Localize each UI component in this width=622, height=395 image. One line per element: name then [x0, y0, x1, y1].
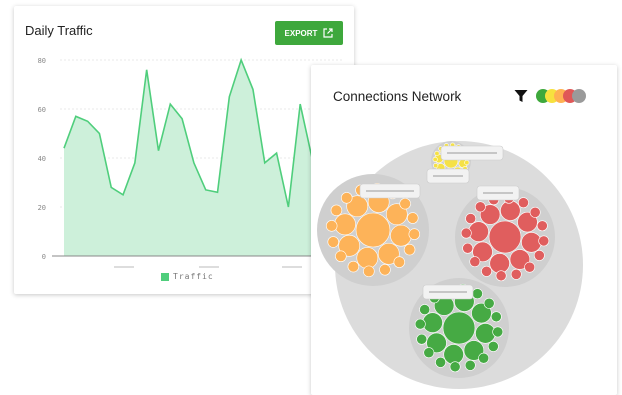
red-bubble	[495, 270, 507, 282]
orange-bubble	[390, 224, 412, 247]
red-bubble	[510, 268, 522, 280]
red-bubble	[538, 235, 550, 247]
yellow-bubble	[464, 160, 470, 166]
red-bubble	[533, 250, 545, 261]
orange-bubble	[355, 212, 391, 248]
red-bubble	[468, 221, 489, 242]
red-bubble	[518, 197, 529, 209]
traffic-area	[64, 60, 312, 256]
green-bubble	[492, 326, 504, 338]
external-link-icon	[323, 28, 334, 38]
orange-bubble	[330, 204, 343, 217]
red-bubble	[536, 220, 548, 232]
red-bubble	[460, 227, 472, 239]
orange-bubble	[399, 197, 411, 210]
orange-bubble	[334, 213, 356, 236]
orange-bubble	[347, 260, 360, 273]
legend-swatch	[161, 272, 169, 281]
y-tick-label: 0	[42, 253, 46, 261]
export-button-label: EXPORT	[284, 28, 318, 38]
color-filter-dots[interactable]	[535, 88, 591, 104]
green-bubble	[422, 312, 443, 333]
traffic-chart: 80 60 40 20 0	[38, 57, 342, 268]
legend-label: Traffic	[173, 272, 214, 281]
orange-bubble	[393, 256, 406, 268]
red-bubble	[474, 201, 486, 213]
orange-bubble	[325, 220, 338, 232]
traffic-card-title: Daily Traffic	[25, 23, 93, 38]
red-bubble	[524, 261, 536, 273]
green-bubble	[442, 311, 476, 345]
y-tick-label: 40	[38, 155, 46, 163]
y-tick-label: 60	[38, 106, 46, 114]
network-bubble-chart	[317, 141, 583, 389]
green-bubble	[414, 318, 426, 330]
orange-bubble	[379, 264, 391, 276]
yellow-bubble	[434, 150, 440, 157]
orange-bubble	[356, 247, 379, 269]
chart-legend: Traffic	[161, 272, 214, 281]
green-bubble	[472, 288, 483, 300]
red-bubble	[489, 253, 510, 274]
export-button[interactable]: EXPORT	[275, 21, 343, 45]
green-bubble	[443, 344, 464, 365]
legend-color-dot	[572, 89, 586, 103]
red-bubble	[521, 232, 542, 253]
y-tick-label: 80	[38, 57, 46, 65]
yellow-bubble	[432, 156, 438, 162]
orange-bubble	[408, 228, 421, 240]
red-bubble	[529, 206, 541, 218]
green-bubble	[464, 359, 476, 371]
red-bubble	[488, 220, 522, 254]
green-bubble	[435, 356, 446, 368]
orange-bubble	[335, 250, 347, 263]
green-bubble	[419, 304, 431, 315]
red-bubble	[469, 256, 481, 268]
red-bubble	[481, 265, 492, 277]
orange-bubble	[340, 192, 353, 204]
orange-bubble	[363, 265, 375, 278]
red-bubble	[500, 200, 521, 221]
yellow-bubble	[433, 163, 439, 169]
orange-bubble	[407, 212, 419, 224]
network-card-title: Connections Network	[333, 89, 462, 104]
green-bubble	[449, 361, 461, 373]
green-bubble	[483, 297, 495, 309]
y-tick-label: 20	[38, 204, 46, 212]
green-bubble	[475, 323, 496, 344]
green-bubble	[416, 333, 428, 345]
red-bubble	[465, 213, 477, 224]
green-bubble	[490, 311, 502, 323]
orange-bubble	[327, 236, 339, 248]
red-bubble	[462, 242, 474, 254]
green-bubble	[487, 341, 499, 352]
connections-network-card: Connections Network	[311, 65, 617, 395]
daily-traffic-card: 80 60 40 20 0 Daily Traffic EXPORT Traffic	[14, 6, 354, 294]
green-bubble	[423, 347, 435, 359]
filter-icon[interactable]	[514, 89, 528, 103]
orange-bubble	[403, 243, 416, 256]
green-bubble	[478, 352, 490, 364]
